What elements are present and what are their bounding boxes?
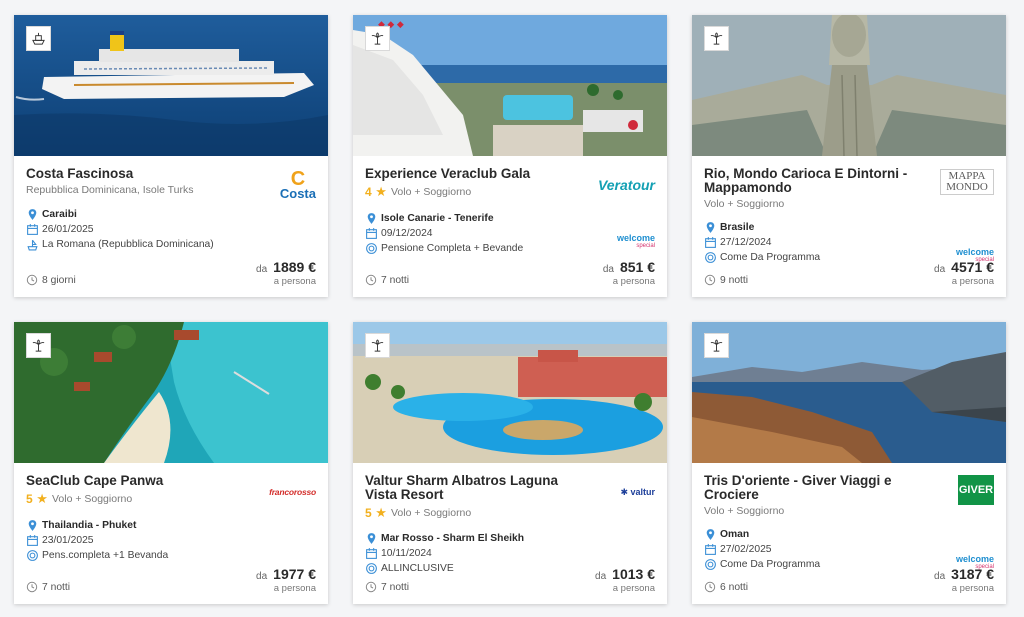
- offer-card[interactable]: Costa Fascinosa Repubblica Dominicana, I…: [14, 15, 328, 297]
- port-icon: [26, 238, 39, 251]
- brand-logo-francorosso: francorosso: [269, 487, 316, 497]
- palm-tree-icon: [365, 333, 390, 358]
- price: da 851 € a persona: [602, 259, 655, 287]
- meal-plan: Pensione Completa + Bevande: [365, 241, 655, 256]
- destination: Thailandia - Phuket: [26, 518, 316, 533]
- price-amount: 4571 €: [951, 259, 994, 275]
- clock-icon: [26, 581, 38, 593]
- location-pin-icon: [704, 221, 717, 234]
- destination: Brasile: [704, 220, 994, 235]
- price-amount: 1889 €: [273, 259, 316, 275]
- offer-photo[interactable]: [692, 15, 1006, 156]
- duration: 6 notti: [704, 581, 748, 593]
- meal-icon: [365, 562, 378, 575]
- offers-grid: Costa Fascinosa Repubblica Dominicana, I…: [14, 15, 1006, 604]
- calendar-icon: [365, 227, 378, 240]
- brand-logo-costa: C Costa: [279, 168, 316, 201]
- star-rating: 5 ★: [365, 505, 387, 520]
- calendar-icon: [365, 547, 378, 560]
- palm-tree-icon: [704, 333, 729, 358]
- destination: Isole Canarie - Tenerife: [365, 211, 655, 226]
- meal-icon: [26, 549, 39, 562]
- destination: Caraibi: [26, 207, 316, 222]
- offer-title[interactable]: Tris D'oriente - Giver Viaggi e Crociere: [704, 474, 914, 502]
- palm-tree-icon: [26, 333, 51, 358]
- departure-date: 27/12/2024: [704, 235, 994, 250]
- departure-date: 09/12/2024: [365, 226, 655, 241]
- location-pin-icon: [26, 519, 39, 532]
- offer-photo[interactable]: [353, 322, 667, 463]
- offer-card[interactable]: Tris D'oriente - Giver Viaggi e Crociere…: [692, 322, 1006, 604]
- location-pin-icon: [704, 528, 717, 541]
- price-amount: 1013 €: [612, 566, 655, 582]
- offer-photo[interactable]: [692, 322, 1006, 463]
- clock-icon: [704, 274, 716, 286]
- price: da 1013 € a persona: [595, 566, 655, 594]
- price: da 1889 € a persona: [256, 259, 316, 287]
- offer-photo[interactable]: [14, 15, 328, 156]
- offer-photo[interactable]: ◆ ◆ ◆: [353, 15, 667, 156]
- duration: 9 notti: [704, 274, 748, 286]
- brand-logo-welcome: welcome special: [616, 233, 655, 250]
- meal-icon: [365, 242, 378, 255]
- star-icon: ★: [371, 184, 387, 199]
- offer-title[interactable]: SeaClub Cape Panwa: [26, 474, 236, 488]
- price-amount: 1977 €: [273, 566, 316, 582]
- offer-subtitle: Volo + Soggiorno: [704, 198, 785, 210]
- price: da 3187 € a persona: [934, 566, 994, 594]
- star-rating: 5 ★: [26, 491, 48, 506]
- price: da 1977 € a persona: [256, 566, 316, 594]
- calendar-icon: [704, 543, 717, 556]
- brand-logo-mappamondo: MAPPA MONDO: [914, 166, 994, 198]
- duration: 7 notti: [365, 274, 409, 286]
- location-pin-icon: [365, 212, 378, 225]
- duration: 8 giorni: [26, 274, 76, 286]
- meal-icon: [704, 251, 717, 264]
- brand-logo-veratour: Veratour: [597, 177, 655, 193]
- duration: 7 notti: [26, 581, 70, 593]
- offer-title[interactable]: Valtur Sharm Albatros Laguna Vista Resor…: [365, 474, 575, 502]
- meal-plan: Pens.completa +1 Bevanda: [26, 548, 316, 563]
- star-icon: ★: [32, 491, 48, 506]
- brand-logo-valtur: ✱ valtur: [575, 475, 655, 509]
- offer-card[interactable]: Valtur Sharm Albatros Laguna Vista Resor…: [353, 322, 667, 604]
- star-icon: ★: [371, 505, 387, 520]
- clock-icon: [365, 581, 377, 593]
- departure-date: 27/02/2025: [704, 542, 994, 557]
- destination: Mar Rosso - Sharm El Sheikh: [365, 531, 655, 546]
- offer-title[interactable]: Costa Fascinosa: [26, 167, 236, 181]
- departure-port: La Romana (Repubblica Dominicana): [26, 237, 316, 252]
- price: da 4571 € a persona: [934, 259, 994, 287]
- clock-icon: [26, 274, 38, 286]
- location-pin-icon: [365, 532, 378, 545]
- duration: 7 notti: [365, 581, 409, 593]
- calendar-icon: [704, 236, 717, 249]
- price-amount: 3187 €: [951, 566, 994, 582]
- valtur-logo: ✱ valtur: [620, 486, 655, 497]
- offer-title[interactable]: Experience Veraclub Gala: [365, 167, 575, 181]
- location-pin-icon: [26, 208, 39, 221]
- departure-date: 23/01/2025: [26, 533, 316, 548]
- offer-card[interactable]: ◆ ◆ ◆ Experience Veraclub Gala 4 ★ Volo +…: [353, 15, 667, 297]
- palm-tree-icon: [365, 26, 390, 51]
- offer-card[interactable]: Rio, Mondo Carioca E Dintorni - Mappamon…: [692, 15, 1006, 297]
- clock-icon: [704, 581, 716, 593]
- palm-tree-icon: [704, 26, 729, 51]
- calendar-icon: [26, 534, 39, 547]
- departure-date: 10/11/2024: [365, 546, 655, 561]
- meal-icon: [704, 558, 717, 571]
- departure-date: 26/01/2025: [26, 222, 316, 237]
- clock-icon: [365, 274, 377, 286]
- ship-icon: [26, 26, 51, 51]
- brand-logo-giver: GIVER: [914, 473, 994, 507]
- price-amount: 851 €: [619, 259, 655, 275]
- offer-card[interactable]: SeaClub Cape Panwa 5 ★ Volo + Soggiorno f…: [14, 322, 328, 604]
- destination: Oman: [704, 527, 994, 542]
- calendar-icon: [26, 223, 39, 236]
- offer-title[interactable]: Rio, Mondo Carioca E Dintorni - Mappamon…: [704, 167, 914, 195]
- star-rating: 4 ★: [365, 184, 387, 199]
- offer-photo[interactable]: [14, 322, 328, 463]
